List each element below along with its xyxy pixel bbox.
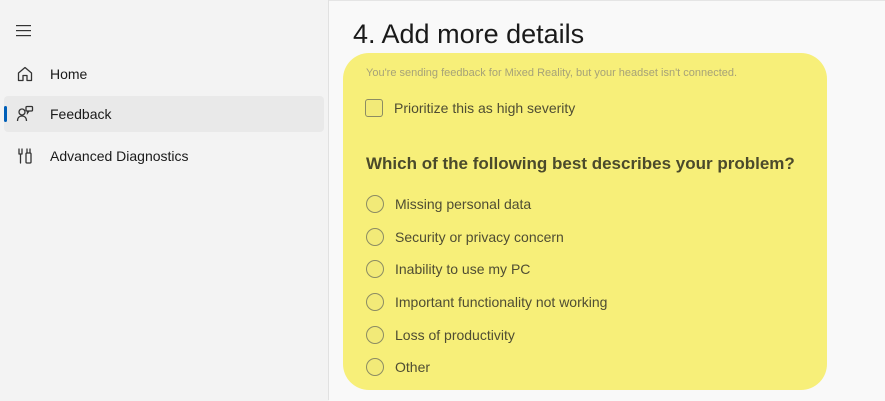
radio-option-functionality-not-working[interactable]: Important functionality not working: [366, 293, 607, 311]
hamburger-menu-icon[interactable]: [16, 24, 32, 38]
radio-button[interactable]: [366, 326, 384, 344]
radio-label: Important functionality not working: [395, 294, 608, 310]
selected-indicator: [4, 106, 7, 122]
radio-button[interactable]: [366, 260, 384, 278]
radio-option-security-privacy[interactable]: Security or privacy concern: [366, 228, 564, 246]
high-severity-checkbox[interactable]: Prioritize this as high severity: [365, 99, 575, 117]
radio-label: Missing personal data: [395, 196, 532, 212]
radio-button[interactable]: [366, 228, 384, 246]
sidebar-item-advanced-diagnostics[interactable]: Advanced Diagnostics: [4, 138, 324, 174]
radio-label: Inability to use my PC: [395, 261, 531, 277]
sidebar-item-label: Feedback: [50, 106, 112, 122]
radio-button[interactable]: [366, 293, 384, 311]
radio-label: Loss of productivity: [395, 327, 515, 343]
radio-option-inability-to-use-pc[interactable]: Inability to use my PC: [366, 260, 530, 278]
sidebar-item-label: Advanced Diagnostics: [50, 148, 189, 164]
sidebar-item-label: Home: [50, 66, 88, 82]
diagnostics-icon: [16, 147, 34, 165]
radio-label: Security or privacy concern: [395, 229, 564, 245]
radio-option-other[interactable]: Other: [366, 358, 430, 376]
checkbox-box[interactable]: [365, 99, 383, 117]
sidebar-item-feedback[interactable]: Feedback: [4, 96, 324, 132]
radio-button[interactable]: [366, 358, 384, 376]
sidebar-item-home[interactable]: Home: [4, 56, 324, 92]
main-content: 4. Add more details You're sending feedb…: [329, 0, 885, 401]
headset-notice: You're sending feedback for Mixed Realit…: [366, 67, 738, 79]
home-icon: [16, 65, 34, 83]
problem-question: Which of the following best describes yo…: [366, 154, 795, 173]
feedback-icon: [16, 105, 34, 123]
radio-option-missing-personal-data[interactable]: Missing personal data: [366, 195, 531, 213]
sidebar: Home Feedback Advanced Diagnostics: [0, 0, 329, 400]
radio-option-loss-of-productivity[interactable]: Loss of productivity: [366, 326, 515, 344]
radio-button[interactable]: [366, 195, 384, 213]
radio-label: Other: [395, 359, 431, 375]
checkbox-label: Prioritize this as high severity: [394, 100, 576, 116]
page-title: 4. Add more details: [353, 19, 585, 49]
